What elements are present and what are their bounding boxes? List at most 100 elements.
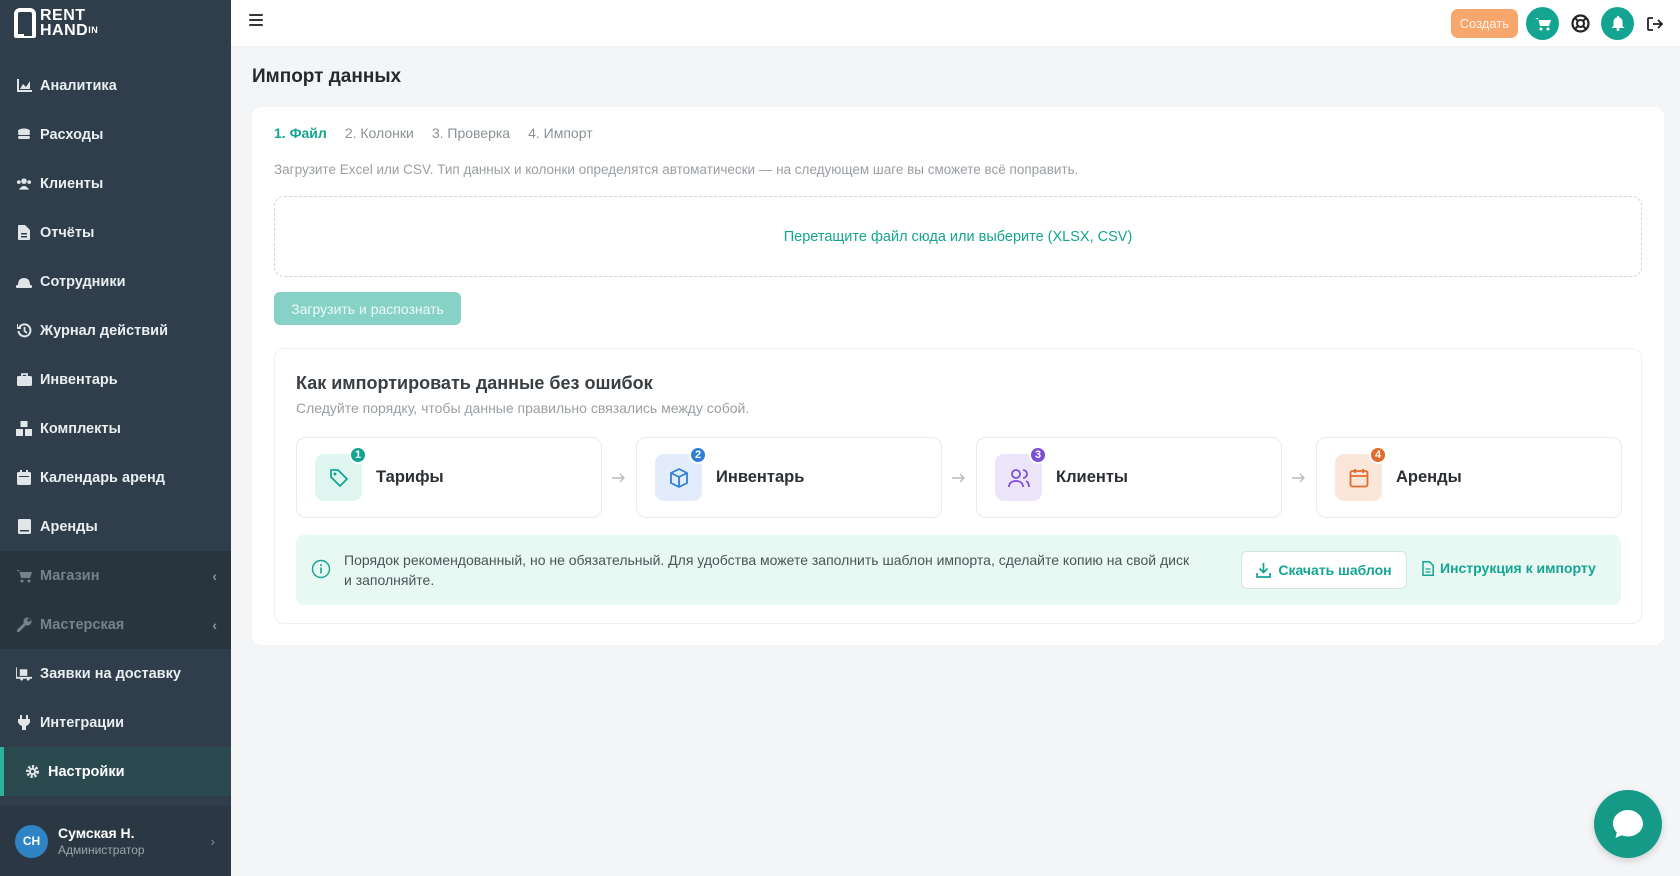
- coins-icon: [16, 127, 32, 143]
- chevron-left-icon: ‹: [212, 567, 217, 584]
- plug-icon: [16, 715, 32, 731]
- file-icon: [16, 225, 32, 241]
- calendar-icon: 4: [1335, 446, 1387, 501]
- sidebar-item-settings[interactable]: Настройки: [0, 747, 231, 796]
- sidebar-item-inventory[interactable]: Инвентарь: [0, 355, 231, 404]
- cart-icon: [16, 568, 32, 584]
- guide-step-label: Аренды: [1396, 468, 1462, 486]
- cart-icon: [1534, 17, 1551, 30]
- book-icon: [16, 519, 32, 535]
- import-guide: Как импортировать данные без ошибок След…: [274, 348, 1642, 624]
- sidebar-item-label: Мастерская: [40, 616, 125, 633]
- download-icon: [1256, 562, 1272, 578]
- upload-recognize-button[interactable]: Загрузить и распознать: [274, 292, 461, 325]
- bell-icon: [1611, 16, 1624, 31]
- sidebar-item-delivery-requests[interactable]: Заявки на доставку: [0, 649, 231, 698]
- sidebar-item-integrations[interactable]: Интеграции: [0, 698, 231, 747]
- app-logo[interactable]: RENT HANDIN: [14, 7, 99, 39]
- sidebar-item-label: Инвентарь: [40, 371, 118, 388]
- sidebar-item-clients[interactable]: Клиенты: [0, 159, 231, 208]
- file-dropzone[interactable]: Перетащите файл сюда или выберите (XLSX,…: [274, 196, 1642, 277]
- logout-button[interactable]: [1642, 11, 1668, 37]
- sidebar-item-label: Журнал действий: [40, 322, 168, 339]
- sidebar-item-label: Магазин: [40, 567, 100, 584]
- sidebar-item-label: Сотрудники: [40, 273, 126, 290]
- topbar: Создать: [231, 0, 1680, 47]
- sidebar-item-label: Настройки: [48, 763, 125, 780]
- sidebar-item-label: Отчёты: [40, 224, 95, 241]
- sidebar-item-rentals[interactable]: Аренды: [0, 502, 231, 551]
- lifebuoy-icon: [1570, 14, 1590, 33]
- chat-button[interactable]: [1594, 790, 1662, 858]
- chevron-left-icon: ‹: [212, 616, 217, 633]
- menu-toggle-icon[interactable]: [249, 14, 263, 28]
- document-icon: [1422, 560, 1434, 576]
- chat-bubble-icon: [1613, 810, 1643, 838]
- notifications-button[interactable]: [1601, 7, 1634, 40]
- sidebar-item-shop[interactable]: Магазин ‹: [0, 551, 231, 600]
- sidebar-item-rental-calendar[interactable]: Календарь аренд: [0, 453, 231, 502]
- upload-hint: Загрузите Excel или CSV. Тип данных и ко…: [274, 162, 1079, 177]
- guide-step-tariffs: 1 Тарифы: [296, 437, 602, 518]
- help-button[interactable]: [1567, 11, 1593, 37]
- user-role: Администратор: [58, 843, 145, 857]
- import-instruction-label: Инструкция к импорту: [1440, 560, 1596, 576]
- sidebar-item-analytics[interactable]: Аналитика: [0, 61, 231, 110]
- step-check[interactable]: 3. Проверка: [432, 125, 510, 141]
- chevron-right-icon: ›: [210, 833, 215, 849]
- create-button[interactable]: Создать: [1450, 9, 1518, 38]
- sidebar-item-label: Календарь аренд: [40, 469, 165, 486]
- truck-icon: [16, 666, 32, 682]
- guide-step-inventory: 2 Инвентарь: [636, 437, 942, 518]
- sidebar-item-label: Аренды: [40, 518, 98, 535]
- note-text: Порядок рекомендованный, но не обязатель…: [344, 552, 1190, 588]
- logo-line2: HAND: [40, 22, 89, 39]
- sidebar-item-label: Аналитика: [40, 77, 117, 94]
- history-icon: [16, 323, 32, 339]
- sidebar-item-reports[interactable]: Отчёты: [0, 208, 231, 257]
- step-columns[interactable]: 2. Колонки: [345, 125, 414, 141]
- hardhat-icon: [16, 274, 32, 290]
- cart-button[interactable]: [1526, 7, 1559, 40]
- page-title: Импорт данных: [252, 66, 402, 87]
- guide-step-clients: 3 Клиенты: [976, 437, 1282, 518]
- step-file[interactable]: 1. Файл: [274, 125, 327, 141]
- import-instruction-link[interactable]: Инструкция к импорту: [1422, 560, 1596, 576]
- download-template-button[interactable]: Скачать шаблон: [1241, 551, 1407, 589]
- user-name: Сумская Н.: [58, 825, 135, 841]
- users-icon: [16, 176, 32, 192]
- sidebar-item-kits[interactable]: Комплекты: [0, 404, 231, 453]
- guide-title: Как импортировать данные без ошибок: [296, 373, 653, 393]
- download-template-label: Скачать шаблон: [1278, 562, 1392, 578]
- sidebar-nav: Аналитика Расходы Клиенты Отчёты Сотрудн…: [0, 61, 231, 796]
- guide-step-label: Тарифы: [376, 468, 444, 486]
- import-card: 1. Файл 2. Колонки 3. Проверка 4. Импорт…: [252, 107, 1664, 645]
- logout-icon: [1647, 16, 1663, 31]
- sidebar-item-label: Расходы: [40, 126, 104, 143]
- sidebar-item-activity-log[interactable]: Журнал действий: [0, 306, 231, 355]
- step-number: 3: [1029, 446, 1047, 464]
- sidebar-item-label: Интеграции: [40, 714, 125, 731]
- sidebar-item-label: Заявки на доставку: [40, 665, 181, 682]
- sidebar-item-label: Клиенты: [40, 175, 104, 192]
- logo-line1: RENT: [40, 7, 86, 24]
- guide-steps: 1 Тарифы 2 Инвентарь 3 Клиенты 4 Аренды: [296, 437, 1622, 518]
- sidebar-item-label: Комплекты: [40, 420, 121, 437]
- briefcase-icon: [16, 372, 32, 388]
- sidebar: RENT HANDIN Аналитика Расходы Клиенты От…: [0, 0, 231, 876]
- guide-step-rentals: 4 Аренды: [1316, 437, 1622, 518]
- logo-in: IN: [88, 25, 99, 35]
- logo-mark-icon: [14, 8, 36, 38]
- user-profile[interactable]: СН Сумская Н. Администратор ›: [0, 806, 231, 876]
- step-import[interactable]: 4. Импорт: [528, 125, 593, 141]
- user-icon: 3: [995, 446, 1047, 501]
- step-number: 2: [689, 446, 707, 464]
- sidebar-item-workshop[interactable]: Мастерская ‹: [0, 600, 231, 649]
- cube-icon: 2: [655, 446, 707, 501]
- gear-icon: [24, 764, 40, 780]
- arrow-right-icon: [942, 473, 976, 483]
- sidebar-item-employees[interactable]: Сотрудники: [0, 257, 231, 306]
- info-icon: [311, 559, 331, 584]
- dropzone-label: Перетащите файл сюда или выберите (XLSX,…: [783, 228, 1133, 245]
- sidebar-item-expenses[interactable]: Расходы: [0, 110, 231, 159]
